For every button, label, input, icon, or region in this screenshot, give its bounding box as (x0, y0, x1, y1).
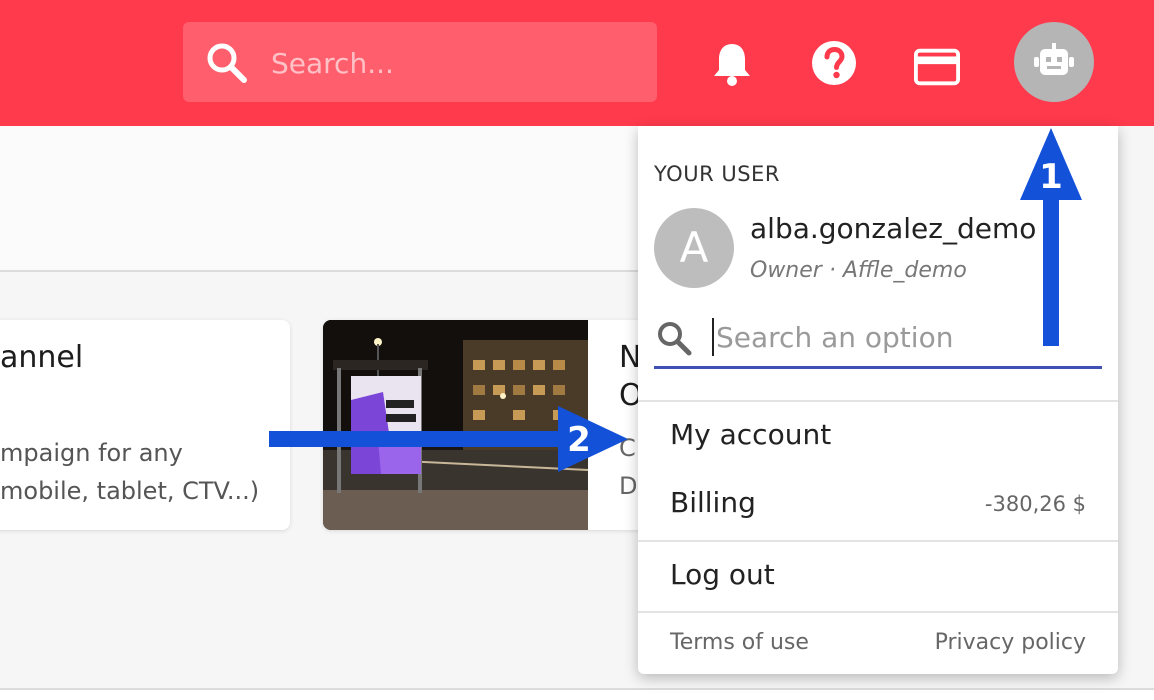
global-search-input[interactable] (269, 42, 633, 84)
bell-icon[interactable] (709, 40, 755, 86)
divider (0, 270, 640, 272)
user-menu-button[interactable] (1014, 22, 1094, 102)
privacy-policy-link[interactable]: Privacy policy (935, 630, 1086, 655)
username: alba.gonzalez_demo (750, 212, 1037, 245)
page-header-area (0, 126, 640, 270)
card-description: mpaign for any mobile, tablet, CTV...) (0, 439, 260, 505)
search-icon (658, 322, 692, 356)
dooh-card[interactable]: N O C D (323, 320, 663, 530)
card-description-line: C (619, 434, 636, 462)
avatar: A (654, 208, 734, 288)
channel-card[interactable]: annel mpaign for any mobile, tablet, CTV… (0, 320, 290, 530)
user-dropdown-menu: YOUR USER A alba.gonzalez_demo Owner · A… (638, 126, 1118, 674)
user-info-section: YOUR USER A alba.gonzalez_demo Owner · A… (638, 126, 1118, 326)
menu-item-my-account[interactable]: My account (638, 406, 1118, 468)
menu-item-billing[interactable]: Billing -380,26 $ (638, 474, 1118, 536)
terms-of-use-link[interactable]: Terms of use (670, 630, 809, 655)
help-icon[interactable] (811, 40, 857, 86)
divider (638, 611, 1118, 613)
menu-item-label: Billing (670, 486, 756, 519)
card-description-line: D (619, 472, 638, 500)
menu-item-log-out[interactable]: Log out (638, 546, 1118, 608)
divider (638, 540, 1118, 542)
billing-balance: -380,26 $ (984, 492, 1086, 516)
credit-card-icon[interactable] (914, 44, 960, 90)
option-search[interactable] (654, 312, 1102, 369)
option-search-input[interactable] (712, 318, 1098, 356)
divider (638, 400, 1118, 402)
top-bar (0, 0, 1154, 126)
card-title: annel (0, 340, 84, 375)
search-icon (207, 43, 247, 83)
menu-item-label: Log out (670, 558, 775, 591)
dropdown-heading: YOUR USER (654, 162, 780, 186)
menu-item-label: My account (670, 418, 832, 451)
bottom-panel (0, 688, 1154, 700)
global-search[interactable] (183, 22, 657, 102)
bus-stop-billboard-photo (323, 320, 588, 530)
user-role: Owner · Affle_demo (750, 258, 967, 283)
robot-icon (1034, 43, 1074, 75)
